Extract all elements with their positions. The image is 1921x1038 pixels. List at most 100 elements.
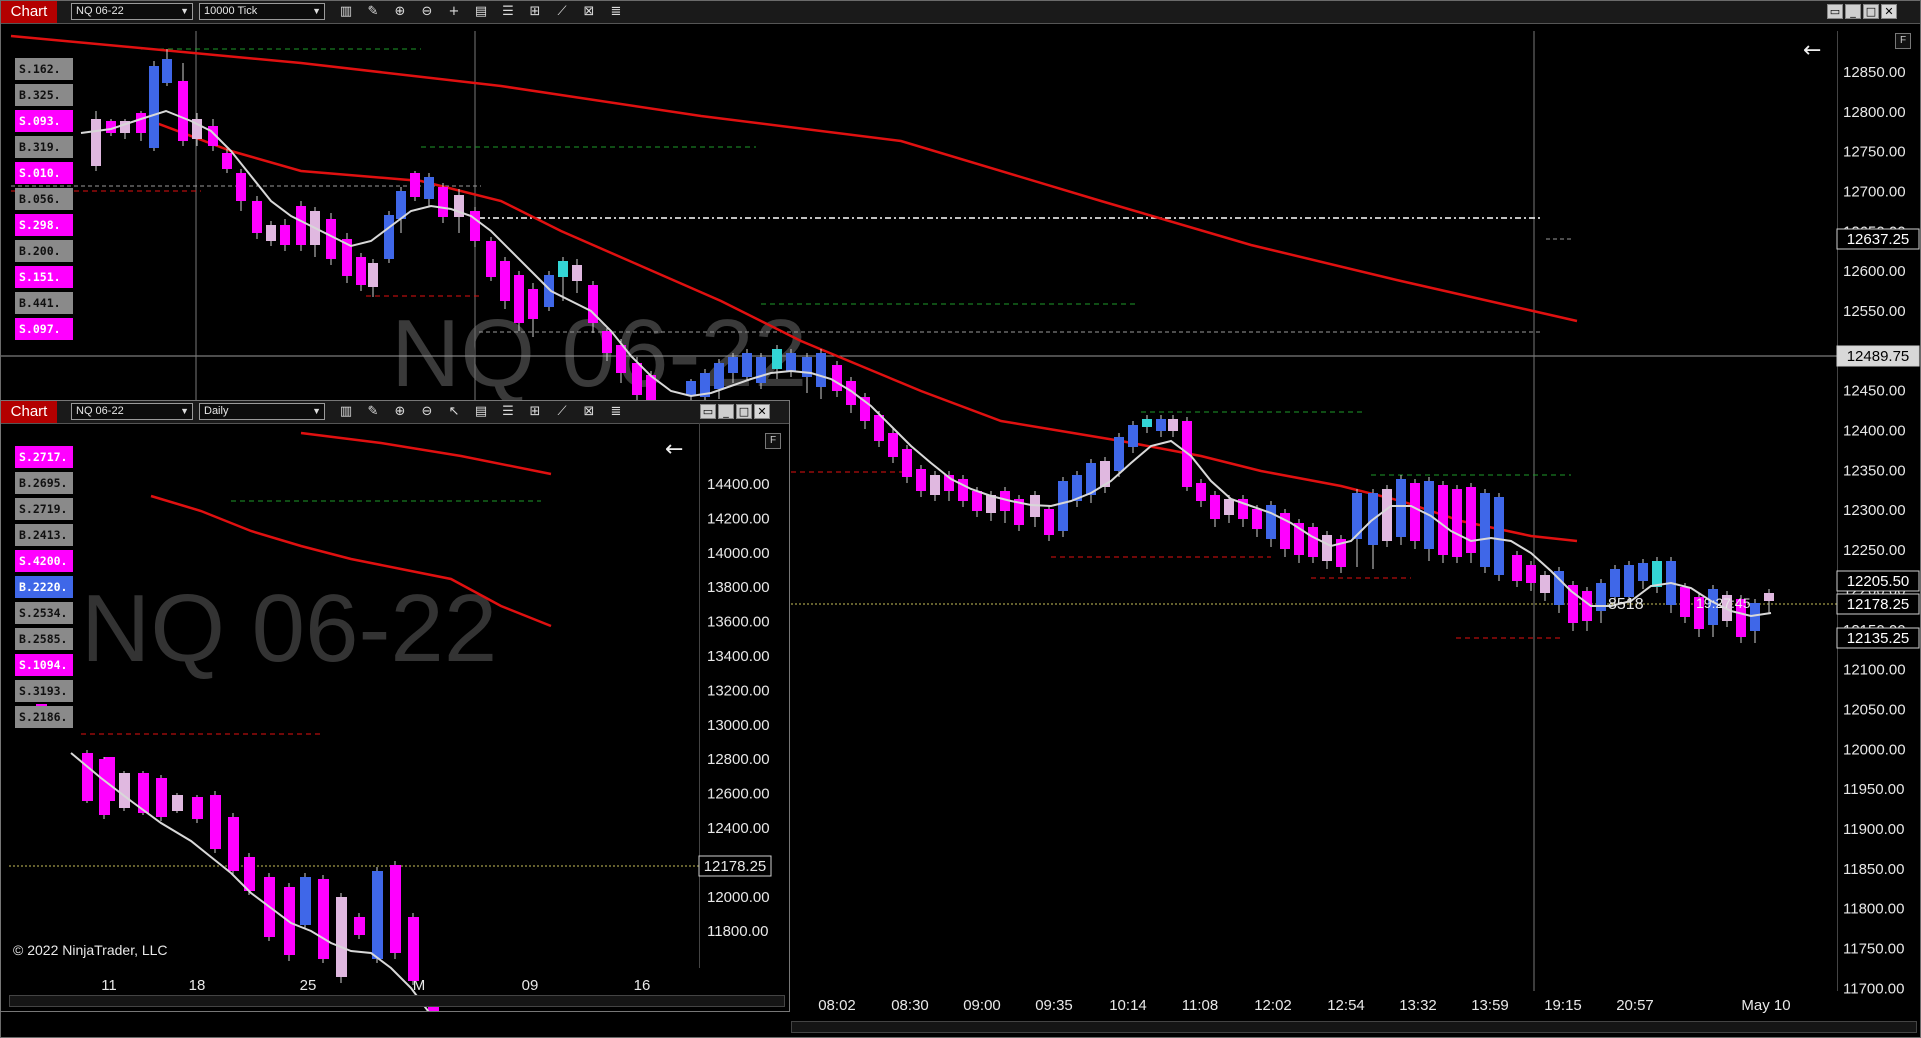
candle-body [632,363,642,395]
ladder-row: B.2220. [15,576,73,598]
candle-body [888,433,898,457]
left-arrow-icon[interactable]: ← [1803,38,1821,63]
candle-body [1058,481,1068,531]
candle-body [236,173,246,201]
price-axis-label: 12050.00 [1843,701,1906,718]
candle-body [408,917,419,981]
price-axis-label: 12250.00 [1843,542,1906,559]
ladder-row: S.097. [15,318,73,340]
time-axis-label: 13:32 [1399,997,1437,1014]
price-axis-label: 11950.00 [1843,781,1904,798]
volume-label: 8518 [1608,596,1644,613]
candle-body [1750,603,1760,631]
price-axis-label: 12400.00 [1843,423,1906,440]
copyright-notice: © 2022 NinjaTrader, LLC [13,942,168,958]
candle-body [356,257,366,285]
candle-body [1210,495,1220,519]
candle-body [486,241,496,277]
ladder-row: S.093. [15,110,73,132]
candle-body [266,225,276,241]
price-axis-label: 11850.00 [1843,861,1904,878]
ladder-row: S.4200. [15,550,73,572]
candle-body [136,113,146,133]
candle-body [149,66,159,148]
candle-body [1142,419,1152,427]
price-axis-label: 13600.00 [707,614,770,631]
time-axis-label: 09:00 [963,997,1001,1014]
candle-body [1308,527,1318,557]
candle-body [1156,419,1166,431]
price-axis-label: 11800.00 [1843,901,1904,918]
ladder-row: S.1094. [15,654,73,676]
candle-body [558,261,568,277]
candle-body [832,365,842,391]
candle-body [742,353,752,377]
candle-body [210,795,221,849]
candle-body [602,331,612,353]
candle-body [500,261,510,301]
candle-body [372,871,383,959]
candle-body [354,917,365,935]
time-axis-label: 08:02 [818,997,856,1014]
candle-body [1512,555,1522,581]
horizontal-scrollbar[interactable] [9,995,785,1007]
candle-body [1196,483,1206,501]
horizontal-scrollbar[interactable] [791,1021,1917,1033]
candle-body [1410,483,1420,541]
candle-body [1638,563,1648,581]
candle-body [1044,509,1054,535]
f-button[interactable]: F [1895,33,1911,49]
time-axis-label: 19:15 [1544,997,1582,1014]
f-button[interactable]: F [765,433,781,449]
price-axis-label: 14400.00 [707,476,770,493]
candle-body [756,357,766,383]
time-axis-label: 08:30 [891,997,929,1014]
candle-body [438,187,448,217]
candle-body [222,153,232,169]
price-axis-label: 13000.00 [707,717,770,734]
ladder-row: S.151. [15,266,73,288]
candle-body [1224,499,1234,515]
price-axis-label: 12000.00 [707,889,770,906]
candle-body [336,897,347,977]
candle-body [728,357,738,373]
instrument-watermark: NQ 06-22 [81,575,497,682]
price-axis-label: 12550.00 [1843,303,1906,320]
ladder-row: S.298. [15,214,73,236]
ladder-row: B.2413. [15,524,73,546]
candle-body [1168,419,1178,431]
candle-body [300,877,311,925]
candle-body [1680,587,1690,617]
time-axis-label: 12:02 [1254,997,1292,1014]
candle-body [772,349,782,369]
candle-body [384,215,394,259]
candle-body [1266,505,1276,539]
ladder-row: S.2717. [15,446,73,468]
candle-body [82,753,93,801]
candle-body [156,778,167,817]
price-axis-label: 12750.00 [1843,144,1906,161]
candle-body [192,797,203,819]
candle-body [1480,493,1490,567]
candle-body [572,265,582,281]
price-marker-label: 12489.75 [1847,348,1910,365]
price-axis-label: 13200.00 [707,682,770,699]
candle-body [1466,487,1476,553]
candle-body [424,177,434,199]
date-axis-label: 25 [300,977,317,994]
candle-body [902,449,912,477]
candle-body [296,206,306,245]
time-axis-label: 12:54 [1327,997,1365,1014]
ladder-row: S.2186. [15,706,73,728]
left-arrow-icon[interactable]: ← [665,437,683,462]
price-axis-label: 12800.00 [707,751,770,768]
price-marker-label: 12178.25 [1847,596,1910,613]
daily-price-chart[interactable]: NQ 06-22 14400.00 14200.00 14000.00 13800.00… [1,401,790,1012]
candle-body [930,475,940,495]
ladder-row: S.2534. [15,602,73,624]
price-axis-label: 12700.00 [1843,184,1906,201]
order-flow-ladder: S.2717. B.2695. S.2719. B.2413. S.4200. B.222… [15,446,73,732]
price-axis-label: 11900.00 [1843,821,1904,838]
ladder-row: B.319. [15,136,73,158]
price-axis-label: 11750.00 [1843,940,1904,957]
